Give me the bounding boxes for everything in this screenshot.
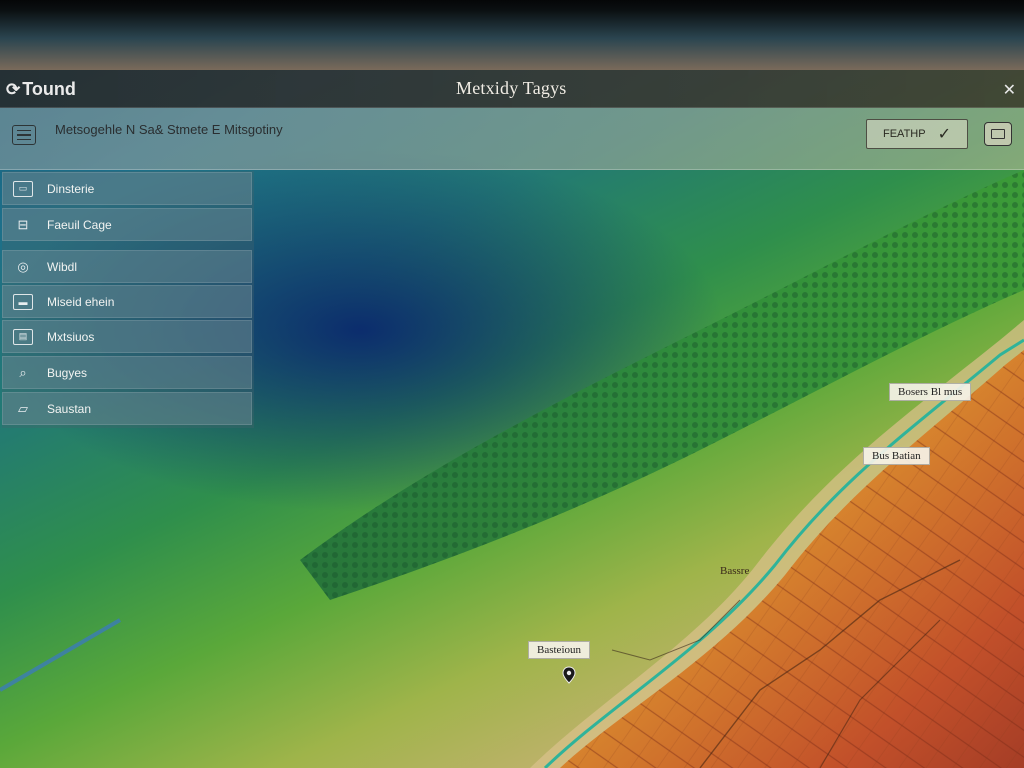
save-button[interactable] (984, 122, 1012, 146)
globe-icon: ◎ (17, 258, 29, 274)
sidebar-item-label: Faeuil Cage (47, 217, 112, 232)
map-label[interactable]: Bassre (712, 563, 757, 579)
title-bar: ⟳ Tound Metxidy Tagys ✕ (0, 70, 1024, 108)
sidebar-item-label: Saustan (47, 401, 92, 416)
logo-icon: ⟳ (6, 79, 21, 99)
monitor-icon: ▭ (13, 180, 33, 197)
map-label[interactable]: Bosers Bl mus (889, 383, 972, 401)
sidebar-item-label: Dinsterie (47, 181, 95, 196)
sidebar-item-label: Bugyes (47, 365, 88, 380)
window-title: Metxidy Tagys (456, 78, 567, 98)
menu-icon-line (17, 134, 31, 136)
sidebar-item-label: Wibdl (47, 259, 78, 274)
sidebar-item-bugyes[interactable]: ⌕ Bugyes (2, 356, 252, 389)
sidebar-item-wibdl[interactable]: ◎ Wibdl (2, 250, 252, 283)
menu-button[interactable] (12, 125, 36, 145)
close-button[interactable]: ✕ (1003, 80, 1016, 100)
map-label[interactable]: Basteioun (528, 641, 590, 659)
app-logo[interactable]: ⟳ Tound (6, 79, 76, 100)
search-icon: ⌕ (19, 364, 27, 380)
sidebar-item-label: Miseid ehein (47, 294, 115, 309)
sidebar-item-dinsterie[interactable]: ▭ Dinsterie (2, 172, 252, 205)
check-icon: ✓ (937, 126, 951, 143)
monitor-bezel (0, 0, 1024, 70)
save-icon (991, 129, 1005, 139)
sidebar-item-saustan[interactable]: ▱ Saustan (2, 392, 252, 425)
screen-icon: ▬ (13, 293, 33, 310)
filter-label: FEATHP (883, 128, 926, 140)
menu-icon-line (17, 129, 31, 132)
tray-icon: ▱ (18, 400, 28, 416)
sidebar-item-label: Mxtsiuos (47, 329, 95, 344)
location-pin-icon[interactable] (562, 666, 576, 684)
document-icon: ▤ (13, 328, 33, 345)
sidebar-item-faeuil-cage[interactable]: ⊟ Faeuil Cage (2, 208, 252, 241)
sidebar: ▭ Dinsterie ⊟ Faeuil Cage ◎ Wibdl ▬ Mise… (2, 171, 254, 428)
sidebar-item-mxtsiuos[interactable]: ▤ Mxtsiuos (2, 320, 252, 353)
sidebar-item-miseid-ehein[interactable]: ▬ Miseid ehein (2, 285, 252, 318)
close-icon: ✕ (1002, 82, 1016, 99)
menu-icon-line (17, 138, 31, 141)
filter-button[interactable]: FEATHP ✓ (866, 119, 968, 149)
map-label[interactable]: Bus Batian (863, 447, 930, 465)
folder-icon: ⊟ (17, 216, 29, 232)
breadcrumb: Metsogehle N Sa& Stmete E Mitsgotiny (55, 122, 283, 137)
app-name: Tound (22, 79, 76, 99)
